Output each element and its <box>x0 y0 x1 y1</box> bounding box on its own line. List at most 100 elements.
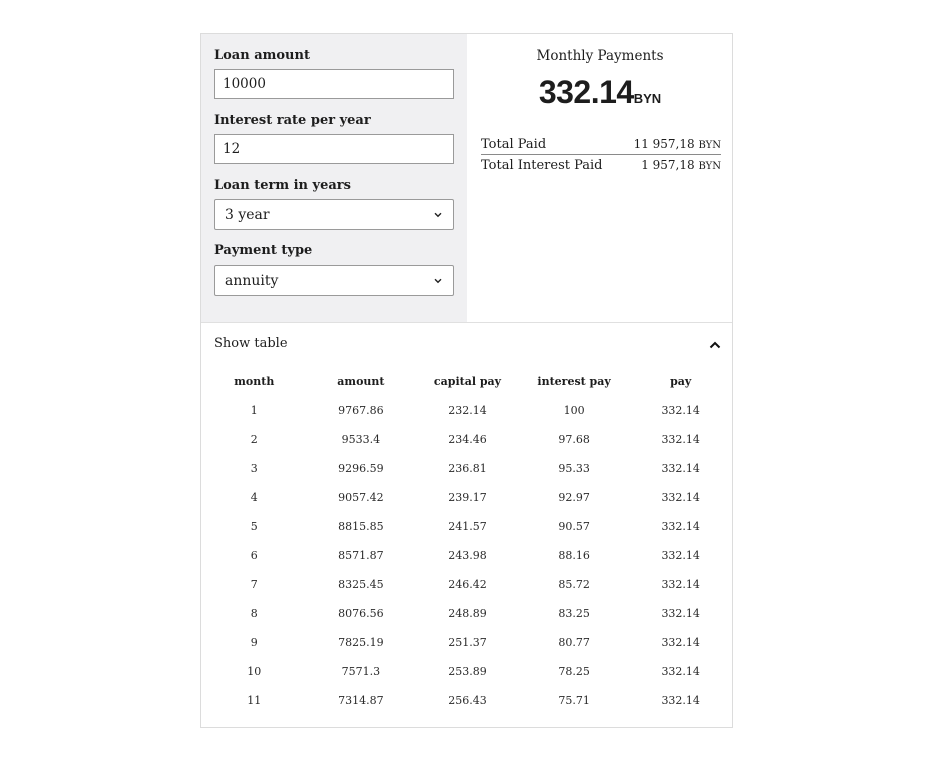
table-row: 7 8325.45 246.42 85.72 332.14 <box>201 570 732 599</box>
table-row: 6 8571.87 243.98 88.16 332.14 <box>201 541 732 570</box>
chevron-up-icon[interactable] <box>708 337 722 351</box>
cell-capital-pay: 248.89 <box>448 607 487 620</box>
table-row: 8 8076.56 248.89 83.25 332.14 <box>201 599 732 628</box>
results-panel: Monthly Payments 332.14BYN Total Paid 11… <box>467 34 732 322</box>
cell-capital-pay: 243.98 <box>448 549 487 562</box>
cell-pay: 332.14 <box>661 491 700 504</box>
cell-month: 2 <box>250 433 258 446</box>
cell-capital-pay: 253.89 <box>448 665 487 678</box>
cell-interest-pay: 80.77 <box>558 636 590 649</box>
monthly-payment-amount: 332.14BYN <box>467 74 732 111</box>
header-interest-pay: interest pay <box>537 374 611 388</box>
cell-pay: 332.14 <box>661 636 700 649</box>
loan-term-select[interactable]: 3 year <box>214 199 454 230</box>
total-paid-currency: BYN <box>698 140 721 151</box>
cell-month: 6 <box>250 549 258 562</box>
table-row: 3 9296.59 236.81 95.33 332.14 <box>201 454 732 483</box>
cell-month: 8 <box>250 607 258 620</box>
cell-amount: 8815.85 <box>338 520 384 533</box>
cell-capital-pay: 239.17 <box>448 491 487 504</box>
table-row: 10 7571.3 253.89 78.25 332.14 <box>201 657 732 686</box>
loan-calculator: Loan amount Interest rate per year Loan … <box>200 33 733 728</box>
cell-pay: 332.14 <box>661 607 700 620</box>
cell-pay: 332.14 <box>661 462 700 475</box>
cell-interest-pay: 83.25 <box>558 607 590 620</box>
table-row: 1 9767.86 232.14 100 332.14 <box>201 396 732 425</box>
cell-month: 5 <box>250 520 258 533</box>
show-table-toggle[interactable]: Show table <box>201 323 732 365</box>
monthly-payment-currency: BYN <box>633 91 662 106</box>
cell-month: 4 <box>250 491 258 504</box>
cell-pay: 332.14 <box>661 549 700 562</box>
header-capital-pay: capital pay <box>433 374 502 388</box>
cell-interest-pay: 95.33 <box>558 462 590 475</box>
cell-capital-pay: 246.42 <box>448 578 487 591</box>
cell-amount: 9767.86 <box>338 404 384 417</box>
payment-schedule-table: month amount capital pay interest pay pa… <box>201 366 732 715</box>
cell-capital-pay: 232.14 <box>448 404 487 417</box>
cell-capital-pay: 241.57 <box>448 520 487 533</box>
cell-pay: 332.14 <box>661 694 700 707</box>
loan-term-value: 3 year <box>225 206 270 223</box>
loan-amount-input[interactable] <box>214 69 454 99</box>
total-paid-amount: 11 957,18 <box>633 137 695 151</box>
total-interest-row: Total Interest Paid 1 957,18 BYN <box>481 155 721 175</box>
cell-amount: 8076.56 <box>338 607 384 620</box>
total-interest-amount: 1 957,18 <box>641 158 695 172</box>
header-month: month <box>234 374 275 388</box>
cell-interest-pay: 90.57 <box>558 520 590 533</box>
cell-month: 7 <box>250 578 258 591</box>
table-row: 5 8815.85 241.57 90.57 332.14 <box>201 512 732 541</box>
cell-amount: 9296.59 <box>338 462 384 475</box>
interest-rate-input[interactable] <box>214 134 454 164</box>
table-header-row: month amount capital pay interest pay pa… <box>201 366 732 396</box>
total-paid-value: 11 957,18 BYN <box>634 137 721 151</box>
cell-capital-pay: 236.81 <box>448 462 487 475</box>
cell-month: 9 <box>250 636 258 649</box>
cell-capital-pay: 256.43 <box>448 694 487 707</box>
cell-month: 10 <box>247 665 262 678</box>
table-row: 4 9057.42 239.17 92.97 332.14 <box>201 483 732 512</box>
cell-amount: 8325.45 <box>338 578 384 591</box>
cell-interest-pay: 75.71 <box>558 694 590 707</box>
monthly-payments-title: Monthly Payments <box>536 48 664 64</box>
cell-interest-pay: 100 <box>563 404 585 417</box>
cell-amount: 7571.3 <box>341 665 381 678</box>
payment-type-select[interactable]: annuity <box>214 265 454 296</box>
cell-pay: 332.14 <box>661 578 700 591</box>
cell-amount: 9057.42 <box>338 491 384 504</box>
cell-pay: 332.14 <box>661 520 700 533</box>
total-interest-value: 1 957,18 BYN <box>641 158 721 172</box>
header-amount: amount <box>337 374 385 388</box>
cell-month: 11 <box>247 694 262 707</box>
loan-term-label: Loan term in years <box>214 178 351 193</box>
header-pay: pay <box>670 374 692 388</box>
payment-type-value: annuity <box>225 272 279 289</box>
total-interest-currency: BYN <box>698 161 721 172</box>
cell-month: 1 <box>250 404 258 417</box>
cell-pay: 332.14 <box>661 665 700 678</box>
cell-month: 3 <box>250 462 258 475</box>
interest-rate-label: Interest rate per year <box>214 113 371 128</box>
cell-capital-pay: 251.37 <box>448 636 487 649</box>
cell-capital-pay: 234.46 <box>448 433 487 446</box>
table-row: 9 7825.19 251.37 80.77 332.14 <box>201 628 732 657</box>
cell-interest-pay: 92.97 <box>558 491 590 504</box>
chevron-down-icon <box>433 210 443 220</box>
cell-pay: 332.14 <box>661 404 700 417</box>
total-paid-row: Total Paid 11 957,18 BYN <box>481 134 721 154</box>
cell-interest-pay: 85.72 <box>558 578 590 591</box>
cell-amount: 9533.4 <box>341 433 381 446</box>
monthly-payment-value: 332.14 <box>538 74 634 110</box>
cell-amount: 8571.87 <box>338 549 384 562</box>
cell-amount: 7314.87 <box>338 694 384 707</box>
cell-pay: 332.14 <box>661 433 700 446</box>
total-paid-label: Total Paid <box>481 136 547 152</box>
cell-amount: 7825.19 <box>338 636 384 649</box>
total-interest-label: Total Interest Paid <box>481 157 603 173</box>
table-row: 2 9533.4 234.46 97.68 332.14 <box>201 425 732 454</box>
show-table-label: Show table <box>214 336 288 351</box>
table-row: 11 7314.87 256.43 75.71 332.14 <box>201 686 732 715</box>
cell-interest-pay: 88.16 <box>558 549 590 562</box>
payment-type-label: Payment type <box>214 243 313 258</box>
